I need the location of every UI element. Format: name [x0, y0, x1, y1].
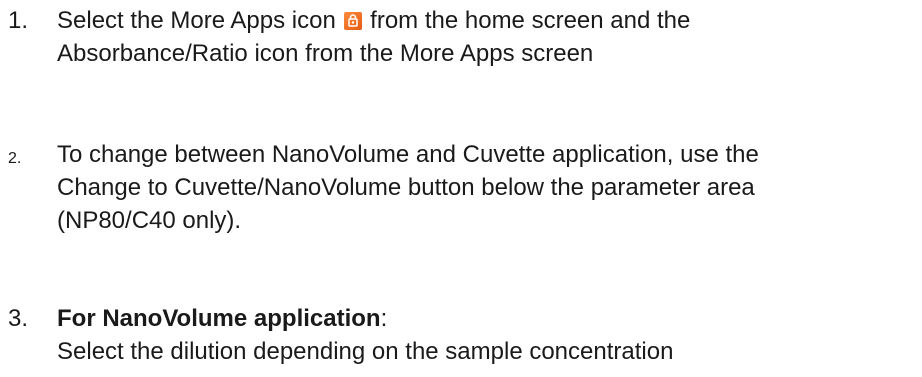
step-number: 3.: [8, 305, 29, 332]
step-2-line-1: To change between NanoVolume and Cuvette…: [57, 141, 759, 168]
step-2-line-2: Change to Cuvette/NanoVolume button belo…: [57, 174, 755, 201]
step-1-line-1a: Select the More Apps icon: [57, 7, 343, 34]
step-number: 1.: [8, 7, 29, 34]
step-1-line-2: Absorbance/Ratio icon from the More Apps…: [57, 40, 594, 67]
step-3-heading-suffix: :: [380, 305, 388, 332]
step-text: Select the More Apps icon from the home …: [57, 4, 917, 70]
step-3-line-2: Select the dilution depending on the sam…: [57, 338, 674, 365]
step-text: To change between NanoVolume and Cuvette…: [57, 138, 917, 237]
more-apps-icon: [343, 12, 362, 30]
step-text: For NanoVolume application: Select the d…: [57, 302, 917, 368]
step-2-line-3: (NP80/C40 only).: [57, 207, 242, 234]
step-1-line-1b: from the home screen and the: [363, 7, 691, 34]
step-number: 2.: [8, 150, 22, 167]
step-3-heading: For NanoVolume application: [57, 305, 381, 332]
